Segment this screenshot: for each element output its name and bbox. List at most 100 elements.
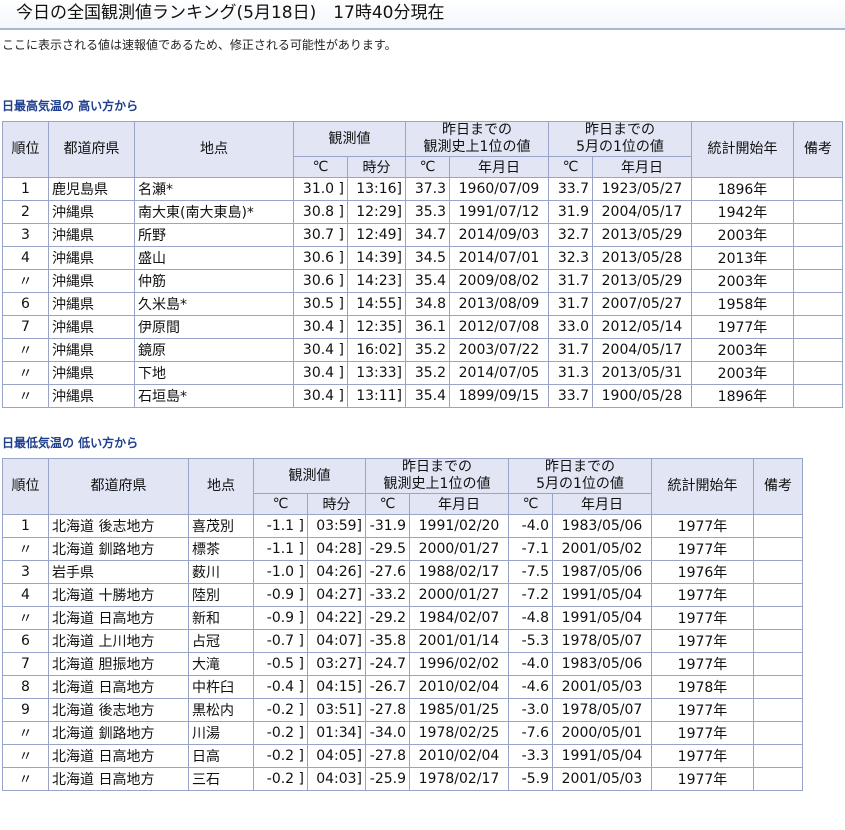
cell-record-date: 1899/09/15 [449, 384, 549, 408]
table-row: 〃沖縄県 下地 30.4 ] 13:33] 35.2 2014/07/05 31.3 2013… [2, 361, 843, 385]
cell-month-record: -7.6 [508, 721, 553, 745]
cell-month-record-date: 2012/05/14 [592, 315, 692, 339]
cell-station: 中杵臼 [188, 675, 254, 699]
cell-obs: -0.2 ] [253, 744, 308, 768]
cell-rank: 4 [2, 583, 49, 607]
header-mrec-deg: ℃ [508, 493, 553, 515]
low-temp-table: 順位 都道府県 地点 観測値 昨日までの 観測史上1位の値 昨日までの 5月の1… [2, 458, 803, 791]
cell-rank: 〃 [2, 537, 49, 561]
cell-record-date: 1984/02/07 [409, 606, 509, 630]
cell-record: 35.4 [405, 269, 450, 293]
cell-month-record-date: 1987/05/06 [552, 560, 652, 584]
cell-month-record: 31.3 [548, 361, 593, 385]
cell-record: -35.8 [365, 629, 410, 653]
cell-obs: -1.1 ] [253, 537, 308, 561]
table-row: 4 北海道 十勝地方 陸別 -0.9 ] 04:27] -33.2 2000/01/27 -7… [2, 583, 803, 607]
cell-station: 日高 [188, 744, 254, 768]
cell-remarks [793, 223, 843, 247]
table-row: 6 沖縄県 久米島* 30.5 ] 14:55] 34.8 2013/08/09 31.7 20… [2, 292, 843, 316]
cell-month-record-date: 2013/05/29 [592, 223, 692, 247]
cell-month-record: -4.0 [508, 514, 553, 538]
cell-record: 34.7 [405, 223, 450, 247]
header-station: 地点 [134, 121, 294, 178]
cell-month-record: 33.0 [548, 315, 593, 339]
cell-month-record-date: 2013/05/28 [592, 246, 692, 270]
cell-month-record: 33.7 [548, 384, 593, 408]
cell-pref: 沖縄県 [48, 292, 135, 316]
cell-obs-time: 14:39] [347, 246, 406, 270]
cell-stats-start: 1977年 [651, 698, 754, 722]
cell-month-record-date: 2004/05/17 [592, 200, 692, 224]
cell-pref: 北海道 日高地方 [48, 767, 189, 791]
cell-pref: 北海道 胆振地方 [48, 652, 189, 676]
cell-pref: 北海道 十勝地方 [48, 583, 189, 607]
cell-month-record-date: 2007/05/27 [592, 292, 692, 316]
table-row: 4 沖縄県 盛山 30.6 ] 14:39] 34.5 2014/07/01 32.3 2013… [2, 246, 843, 270]
cell-record-date: 2013/08/09 [449, 292, 549, 316]
table-row: 7 北海道 胆振地方 大滝 -0.5 ] 03:27] -24.7 1996/02/02 -4… [2, 652, 803, 676]
cell-obs: 30.4 ] [293, 338, 348, 362]
cell-record: -27.8 [365, 698, 410, 722]
cell-obs-time: 12:29] [347, 200, 406, 224]
cell-rank: 〃 [2, 606, 49, 630]
cell-record: -26.7 [365, 675, 410, 699]
header-stats-start: 統計開始年 [651, 458, 754, 515]
cell-station: 占冠 [188, 629, 254, 653]
cell-pref: 沖縄県 [48, 269, 135, 293]
cell-rank: 1 [2, 177, 49, 201]
header-obs-deg: ℃ [293, 156, 348, 178]
header-obs: 観測値 [253, 458, 366, 494]
cell-rank: 9 [2, 698, 49, 722]
cell-stats-start: 1977年 [651, 652, 754, 676]
cell-obs: -0.2 ] [253, 721, 308, 745]
cell-pref: 北海道 日高地方 [48, 606, 189, 630]
cell-stats-start: 1977年 [651, 721, 754, 745]
cell-month-record-date: 1983/05/06 [552, 652, 652, 676]
cell-month-record: 31.9 [548, 200, 593, 224]
table-row: 〃沖縄県 鏡原 30.4 ] 16:02] 35.2 2003/07/22 31.7 2004… [2, 338, 843, 362]
cell-record-date: 2014/07/05 [449, 361, 549, 385]
cell-month-record-date: 2001/05/02 [552, 537, 652, 561]
cell-remarks [753, 583, 803, 607]
cell-month-record: -5.3 [508, 629, 553, 653]
table-row: 6 北海道 上川地方 占冠 -0.7 ] 04:07] -35.8 2001/01/14 -5… [2, 629, 803, 653]
cell-stats-start: 1978年 [651, 675, 754, 699]
cell-remarks [753, 652, 803, 676]
cell-station: 新和 [188, 606, 254, 630]
table-row: 1 北海道 後志地方 喜茂別 -1.1 ] 03:59] -31.9 1991/02/20-… [2, 514, 803, 538]
table-row: 1 鹿児島県 名瀬* 31.0 ] 13:16] 37.3 1960/07/09 33.7 19… [2, 177, 843, 201]
cell-record: 34.5 [405, 246, 450, 270]
cell-station: 薮川 [188, 560, 254, 584]
cell-month-record-date: 2004/05/17 [592, 338, 692, 362]
cell-stats-start: 2013年 [691, 246, 794, 270]
cell-obs-time: 04:26] [307, 560, 366, 584]
cell-record-date: 1996/02/02 [409, 652, 509, 676]
cell-remarks [753, 629, 803, 653]
cell-obs-time: 16:02] [347, 338, 406, 362]
cell-record-date: 1985/01/25 [409, 698, 509, 722]
page-title: 今日の全国観測値ランキング(5月18日) 17時40分現在 [0, 0, 845, 30]
table-row: 9 北海道 後志地方 黒松内 -0.2 ] 03:51] -27.8 1985/01/25-… [2, 698, 803, 722]
cell-remarks [793, 338, 843, 362]
cell-obs-time: 13:16] [347, 177, 406, 201]
cell-rank: 3 [2, 560, 49, 584]
cell-station: 所野 [134, 223, 294, 247]
cell-pref: 北海道 後志地方 [48, 698, 189, 722]
table-row: 〃北海道 日高地方 日高 -0.2 ] 04:05] -27.8 2010/02/04 -3… [2, 744, 803, 768]
cell-record: -25.9 [365, 767, 410, 791]
cell-remarks [753, 560, 803, 584]
cell-stats-start: 1958年 [691, 292, 794, 316]
cell-stats-start: 1977年 [651, 537, 754, 561]
cell-station: 盛山 [134, 246, 294, 270]
cell-rank: 4 [2, 246, 49, 270]
cell-stats-start: 2003年 [691, 338, 794, 362]
cell-rank: 〃 [2, 384, 49, 408]
cell-month-record: -3.3 [508, 744, 553, 768]
cell-station: 大滝 [188, 652, 254, 676]
cell-rank: 〃 [2, 744, 49, 768]
cell-obs: 30.6 ] [293, 246, 348, 270]
cell-month-record-date: 2000/05/01 [552, 721, 652, 745]
cell-station: 南大東(南大東島)* [134, 200, 294, 224]
cell-obs: 30.6 ] [293, 269, 348, 293]
header-obs-time: 時分 [307, 493, 366, 515]
